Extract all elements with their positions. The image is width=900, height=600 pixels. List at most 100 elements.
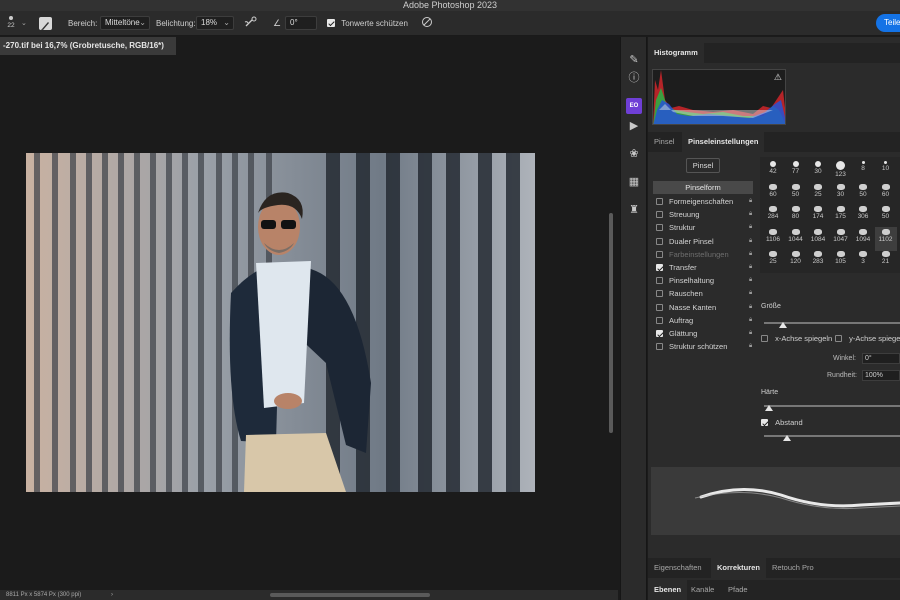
hardness-slider-track[interactable] (764, 405, 900, 407)
brush-tip[interactable]: 1102 (874, 226, 897, 251)
brush-tip[interactable]: 120 (785, 249, 807, 273)
pressure-size-icon[interactable] (421, 11, 433, 36)
lock-icon[interactable]: 🔒︎ (749, 301, 752, 314)
brush-tip[interactable]: 50 (852, 182, 874, 206)
brush-setting-checkbox[interactable] (656, 303, 663, 311)
brush-setting-checkbox[interactable] (656, 330, 663, 337)
brush-tip[interactable]: 60 (875, 182, 897, 206)
vertical-scrollbar[interactable] (609, 213, 613, 433)
warning-icon[interactable]: ⚠ (774, 72, 782, 83)
lock-icon[interactable]: 🔒︎ (749, 248, 752, 261)
plugin-icon[interactable]: EO (626, 98, 642, 114)
grid-icon[interactable]: ▦ (626, 174, 642, 190)
brush-tip[interactable]: 21 (875, 249, 897, 273)
lock-icon[interactable]: 🔒︎ (749, 221, 752, 234)
lock-icon[interactable]: 🔒︎ (749, 208, 752, 221)
chevron-down-icon[interactable]: ⌄ (21, 11, 27, 36)
tab-pfade[interactable]: Pfade (722, 580, 754, 600)
angle-field[interactable]: 0° (285, 16, 317, 30)
brush-tip[interactable]: 80 (785, 204, 807, 228)
brush-tip[interactable]: 77 (785, 159, 807, 183)
brush-setting-checkbox[interactable] (656, 198, 663, 205)
lock-icon[interactable]: 🔒︎ (749, 195, 752, 208)
brush-tip[interactable]: 123 (830, 159, 852, 183)
brush-tip[interactable]: 30 (807, 159, 829, 183)
brush-setting-checkbox[interactable] (656, 277, 663, 285)
brush-tip[interactable]: 42 (762, 159, 784, 183)
brush-tip[interactable]: 284 (762, 204, 784, 228)
protect-tones-option[interactable]: Tonwerte schützen (327, 11, 408, 36)
brush-tip[interactable]: 174 (807, 204, 829, 228)
brush-preset-picker[interactable]: 22 (4, 14, 18, 34)
brush-tip[interactable]: 50 (785, 182, 807, 206)
brush-setting-checkbox[interactable] (656, 290, 663, 298)
brush-setting-checkbox[interactable] (656, 316, 663, 324)
history-brush-icon[interactable]: ✎ (626, 52, 642, 68)
swatches-icon[interactable]: ❀ (626, 146, 642, 162)
brush-setting-checkbox[interactable] (656, 264, 663, 271)
brush-tip[interactable]: 1084 (807, 227, 829, 251)
spacing-checkbox[interactable] (761, 419, 768, 426)
brush-tip[interactable]: 175 (830, 204, 852, 228)
brush-tip[interactable]: 50 (875, 204, 897, 228)
brush-tip[interactable]: 306 (852, 204, 874, 228)
angle-input[interactable]: 0° (862, 353, 900, 364)
brush-setting-item[interactable]: Dualer Pinsel 🔒︎ (656, 235, 756, 248)
lock-icon[interactable]: 🔒︎ (749, 327, 752, 340)
lock-icon[interactable]: 🔒︎ (749, 261, 752, 274)
flip-y-checkbox[interactable] (835, 335, 842, 342)
airbrush-icon[interactable] (244, 11, 258, 36)
brush-setting-item[interactable]: Farbeinstellungen 🔒︎ (656, 248, 756, 261)
lock-icon[interactable]: 🔒︎ (749, 314, 752, 327)
brush-setting-item[interactable]: Struktur 🔒︎ (656, 221, 756, 234)
brush-tip[interactable]: 1094 (852, 227, 874, 251)
tab-retouch-pro[interactable]: Retouch Pro (766, 558, 820, 578)
brush-setting-item[interactable]: Streuung 🔒︎ (656, 208, 756, 221)
brush-setting-checkbox[interactable] (656, 224, 663, 232)
spacing-option[interactable]: Abstand (761, 418, 803, 427)
brush-tip[interactable]: 30 (830, 182, 852, 206)
exposure-field[interactable]: 18% ⌄ (196, 16, 234, 30)
tab-ebenen[interactable]: Ebenen (648, 580, 688, 600)
share-button[interactable]: Teilen (876, 14, 900, 32)
brush-setting-item[interactable]: Auftrag 🔒︎ (656, 314, 756, 327)
lock-icon[interactable]: 🔒︎ (749, 274, 752, 287)
hardness-slider-thumb[interactable] (765, 405, 773, 411)
brush-presets-button[interactable]: Pinsel (686, 158, 720, 173)
document-tab[interactable]: -270.tif bei 16,7% (Grobretusche, RGB/16… (0, 37, 176, 55)
range-select[interactable]: Mitteltöne ⌄ (100, 16, 150, 30)
brush-setting-checkbox[interactable] (656, 250, 663, 258)
tab-korrekturen[interactable]: Korrekturen (711, 558, 766, 578)
tab-kanaele[interactable]: Kanäle (685, 580, 720, 600)
brush-tip[interactable]: 8 (852, 159, 874, 183)
horizontal-scrollbar[interactable] (270, 593, 430, 597)
brush-tip[interactable]: 1106 (762, 227, 784, 251)
brush-tip[interactable]: 1044 (785, 227, 807, 251)
brush-setting-checkbox[interactable] (656, 237, 663, 245)
brush-tip[interactable]: 3 (852, 249, 874, 273)
brush-setting-item[interactable]: Nasse Kanten 🔒︎ (656, 301, 756, 314)
brush-tip-shape-item[interactable]: Pinselform (653, 181, 753, 194)
protect-tones-checkbox[interactable] (327, 19, 335, 27)
tab-pinseleinstellungen[interactable]: Pinseleinstellungen (682, 132, 765, 152)
flip-x-checkbox[interactable] (761, 335, 768, 342)
brush-tip[interactable]: 283 (807, 249, 829, 273)
lock-icon[interactable]: 🔒︎ (749, 340, 752, 353)
brush-tip[interactable]: 105 (830, 249, 852, 273)
tab-eigenschaften[interactable]: Eigenschaften (648, 558, 708, 578)
brush-setting-item[interactable]: Pinselhaltung 🔒︎ (656, 274, 756, 287)
document-image[interactable] (26, 153, 535, 492)
spacing-slider-thumb[interactable] (783, 435, 791, 441)
roundness-input[interactable]: 100% (862, 370, 900, 381)
brush-setting-checkbox[interactable] (656, 211, 663, 219)
lock-icon[interactable]: 🔒︎ (749, 287, 752, 300)
tool-presets-icon[interactable]: ♜ (626, 202, 642, 218)
brush-setting-item[interactable]: Transfer 🔒︎ (656, 261, 756, 274)
flip-y-option[interactable]: y-Achse spiegeln (835, 334, 900, 343)
brush-setting-item[interactable]: Glättung 🔒︎ (656, 327, 756, 340)
brush-setting-item[interactable]: Rauschen 🔒︎ (656, 287, 756, 300)
size-slider-thumb[interactable] (779, 322, 787, 328)
status-menu-arrow[interactable]: › (111, 592, 113, 598)
tab-histogram[interactable]: Histogramm (648, 43, 704, 63)
brush-setting-item[interactable]: Struktur schützen 🔒︎ (656, 340, 756, 353)
